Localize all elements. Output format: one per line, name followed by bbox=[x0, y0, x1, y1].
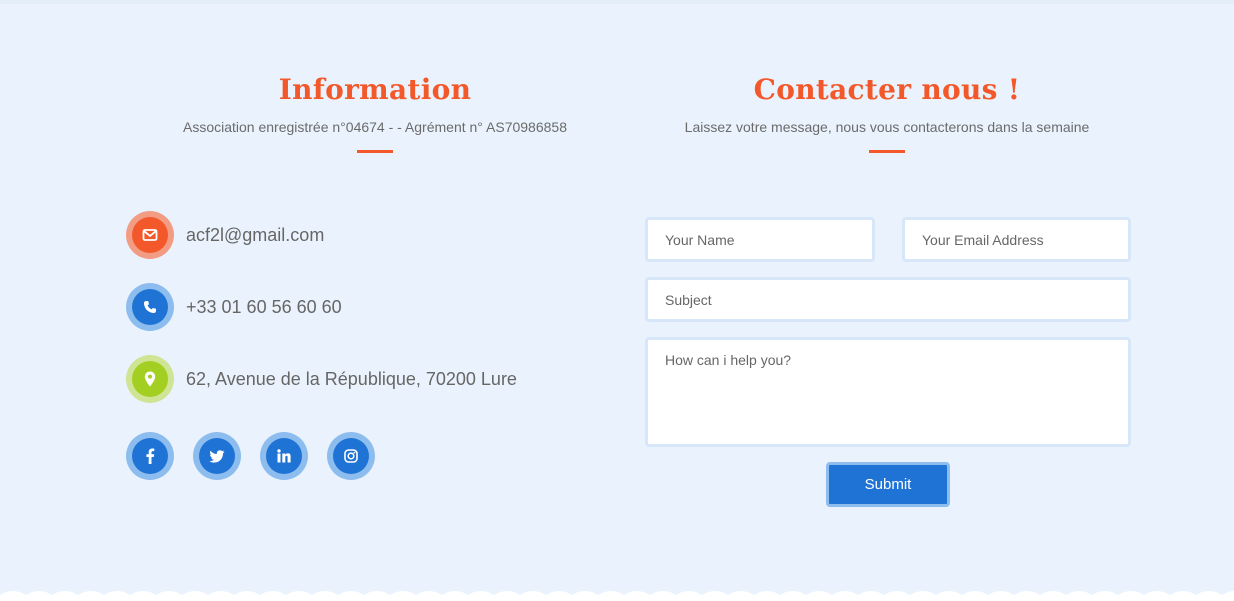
twitter-icon[interactable] bbox=[193, 432, 241, 480]
submit-button[interactable]: Submit bbox=[826, 462, 950, 507]
phone-info: +33 01 60 56 60 60 bbox=[126, 283, 342, 331]
email-input[interactable] bbox=[902, 217, 1131, 262]
linkedin-icon[interactable] bbox=[260, 432, 308, 480]
contact-header: Contacter nous ! Laissez votre message, … bbox=[637, 70, 1137, 153]
information-header: Information Association enregistrée n°04… bbox=[125, 70, 625, 153]
social-links bbox=[126, 432, 394, 480]
title-underline bbox=[357, 150, 393, 153]
envelope-icon bbox=[126, 211, 174, 259]
information-subtitle: Association enregistrée n°04674 - - Agré… bbox=[182, 119, 567, 135]
facebook-icon[interactable] bbox=[126, 432, 174, 480]
name-input[interactable] bbox=[645, 217, 875, 262]
email-text[interactable]: acf2l@gmail.com bbox=[186, 225, 324, 246]
address-info: 62, Avenue de la République, 70200 Lure bbox=[126, 355, 517, 403]
contact-subtitle: Laissez votre message, nous vous contact… bbox=[684, 119, 1090, 135]
phone-text[interactable]: +33 01 60 56 60 60 bbox=[186, 297, 342, 318]
title-underline bbox=[869, 150, 905, 153]
message-textarea[interactable] bbox=[645, 337, 1131, 447]
subject-input[interactable] bbox=[645, 277, 1131, 322]
phone-icon bbox=[126, 283, 174, 331]
email-info: acf2l@gmail.com bbox=[126, 211, 324, 259]
address-text: 62, Avenue de la République, 70200 Lure bbox=[186, 368, 517, 389]
top-divider bbox=[0, 0, 1234, 4]
map-pin-icon bbox=[126, 355, 174, 403]
contact-title: Contacter nous ! bbox=[753, 73, 1021, 106]
instagram-icon[interactable] bbox=[327, 432, 375, 480]
information-title: Information bbox=[278, 73, 472, 106]
wave-divider bbox=[0, 591, 1234, 601]
